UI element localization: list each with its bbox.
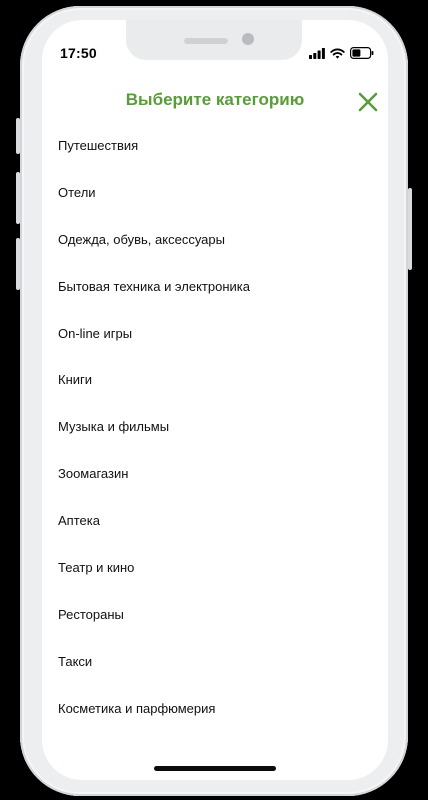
signal-icon <box>309 47 325 59</box>
category-label: Зоомагазин <box>58 466 129 482</box>
category-item-hotels[interactable]: Отели <box>42 169 388 216</box>
home-indicator[interactable] <box>154 766 276 771</box>
category-label: Отели <box>58 184 96 200</box>
category-item-books[interactable]: Книги <box>42 356 388 403</box>
notch <box>126 20 302 60</box>
category-item-pharmacy[interactable]: Аптека <box>42 497 388 544</box>
category-item-electronics[interactable]: Бытовая техника и электроника <box>42 263 388 310</box>
category-item-restaurants[interactable]: Рестораны <box>42 591 388 638</box>
wifi-icon <box>330 48 345 59</box>
battery-icon <box>350 47 374 59</box>
category-label: Бытовая техника и электроника <box>58 278 250 294</box>
close-icon <box>358 92 378 112</box>
status-icons <box>309 46 374 60</box>
close-button[interactable] <box>356 90 380 114</box>
category-item-theatre-cinema[interactable]: Театр и кино <box>42 544 388 591</box>
front-camera <box>242 33 254 45</box>
category-list: Путешествия Отели Одежда, обувь, аксессу… <box>42 122 388 732</box>
status-time: 17:50 <box>60 45 97 61</box>
category-item-music-films[interactable]: Музыка и фильмы <box>42 403 388 450</box>
category-item-travel[interactable]: Путешествия <box>42 122 388 169</box>
page-title: Выберите категорию <box>125 90 305 109</box>
device-stage: 17:50 Выберите категорию Путешествия Оте… <box>0 0 428 800</box>
category-label: Книги <box>58 372 93 388</box>
category-label: Театр и кино <box>58 559 135 575</box>
category-item-cosmetics[interactable]: Косметика и парфюмерия <box>42 685 388 732</box>
category-label: Одежда, обувь, аксессуары <box>58 231 225 247</box>
category-label: Музыка и фильмы <box>58 419 170 435</box>
phone-frame: 17:50 Выберите категорию Путешествия Оте… <box>20 6 408 796</box>
category-label: Косметика и парфюмерия <box>58 700 216 716</box>
category-label: Такси <box>58 653 93 669</box>
phone-screen: 17:50 Выберите категорию Путешествия Оте… <box>42 20 388 780</box>
category-label: Аптека <box>58 513 100 529</box>
category-item-online-games[interactable]: On-line игры <box>42 310 388 357</box>
category-item-pet-store[interactable]: Зоомагазин <box>42 450 388 497</box>
power-button <box>408 188 412 270</box>
category-label: Путешествия <box>58 137 139 153</box>
category-label: Рестораны <box>58 606 124 622</box>
category-item-clothing[interactable]: Одежда, обувь, аксессуары <box>42 216 388 263</box>
speaker-grille <box>184 38 228 44</box>
category-item-taxi[interactable]: Такси <box>42 638 388 685</box>
category-label: On-line игры <box>58 325 133 341</box>
